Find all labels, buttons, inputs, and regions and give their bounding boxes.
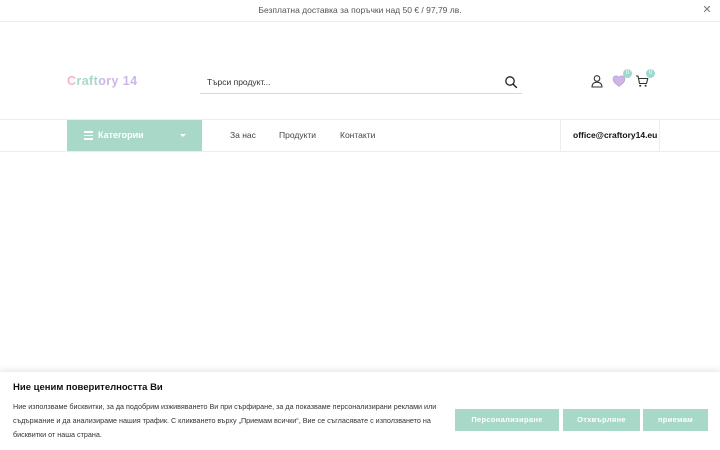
categories-button[interactable]: Категории xyxy=(67,120,202,151)
search-input[interactable] xyxy=(207,74,497,90)
search-icon[interactable] xyxy=(504,75,518,89)
search-bar xyxy=(200,70,522,94)
cart-count-badge: 0 xyxy=(646,69,655,78)
nav-link-contacts[interactable]: Контакти xyxy=(340,130,375,140)
site-header: Craftory 14 0 0 xyxy=(0,22,720,120)
reject-button[interactable]: Отхвърляне xyxy=(563,409,640,431)
cart-icon[interactable]: 0 xyxy=(635,69,655,88)
account-icon[interactable] xyxy=(590,74,604,88)
announcement-text: Безплатна доставка за поръчки над 50 € /… xyxy=(258,5,462,15)
email-box: office@craftory14.eu xyxy=(560,120,660,151)
wishlist-icon[interactable]: 0 xyxy=(612,69,632,88)
chevron-down-icon xyxy=(180,134,186,137)
nav-link-about[interactable]: За нас xyxy=(230,130,256,140)
close-icon[interactable]: ✕ xyxy=(701,4,713,16)
nav-link-products[interactable]: Продукти xyxy=(279,130,316,140)
announcement-bar: Безплатна доставка за поръчки над 50 € /… xyxy=(0,0,720,22)
cookie-banner: Ние ценим поверителността Ви Ние използв… xyxy=(0,372,720,450)
main-nav: Категории За нас Продукти Контакти offic… xyxy=(0,120,720,152)
logo[interactable]: Craftory 14 xyxy=(67,74,137,88)
wishlist-count-badge: 0 xyxy=(623,69,632,78)
email-link[interactable]: office@craftory14.eu xyxy=(573,130,657,140)
categories-label: Категории xyxy=(98,130,144,140)
cookie-text: Ние използваме бисквитки, за да подобрим… xyxy=(13,402,437,439)
accept-button[interactable]: приемам xyxy=(643,409,708,431)
page: Безплатна доставка за поръчки над 50 € /… xyxy=(0,0,720,450)
customize-button[interactable]: Персонализиране xyxy=(455,409,559,431)
cookie-title: Ние ценим поверителността Ви xyxy=(13,382,163,393)
menu-icon xyxy=(84,131,93,140)
